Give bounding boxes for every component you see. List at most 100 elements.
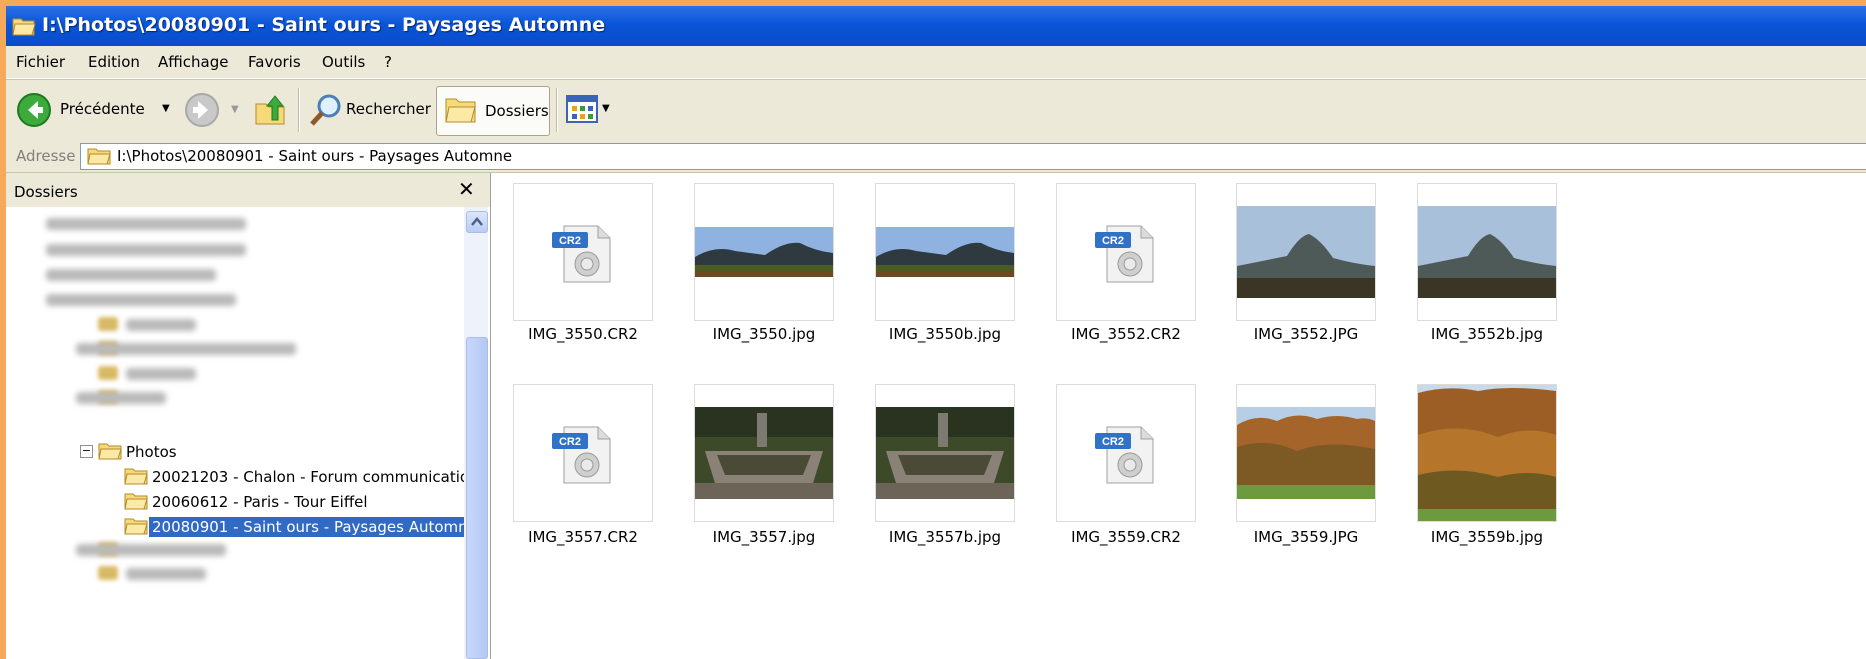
folders-pane-title: Dossiers — [14, 183, 78, 201]
file-thumbnail[interactable] — [875, 183, 1015, 321]
file-thumbnail[interactable] — [1417, 384, 1557, 522]
file-name-label[interactable]: IMG_3552b.jpg — [1397, 325, 1577, 343]
up-folder-icon — [255, 95, 285, 125]
forward-button[interactable] — [184, 92, 220, 128]
folder-icon — [124, 493, 148, 510]
file-thumbnail[interactable] — [694, 183, 834, 321]
blurred-tree-item — [46, 218, 246, 230]
open-folder-icon — [12, 18, 36, 36]
window-title: I:\Photos\20080901 - Saint ours - Paysag… — [42, 14, 606, 36]
folders-pane-header: Dossiers ✕ — [6, 173, 490, 207]
fountain-thumbnail — [695, 407, 833, 499]
blurred-tree-item — [76, 544, 226, 556]
blurred-folder-icon — [98, 366, 118, 380]
folder-icon — [445, 98, 476, 123]
tree-item-paris[interactable]: 20060612 - Paris - Tour Eiffel — [152, 493, 368, 511]
autumn-trees-thumbnail — [1237, 407, 1375, 499]
tree-item-saint-ours-selected[interactable]: 20080901 - Saint ours - Paysages Automne — [149, 517, 464, 537]
file-thumbnail[interactable] — [875, 384, 1015, 522]
views-grid-icon — [566, 95, 598, 123]
cr2-badge-text: CR2 — [1102, 235, 1124, 247]
explorer-window: I:\Photos\20080901 - Saint ours - Paysag… — [6, 6, 1866, 659]
blurred-tree-item — [46, 294, 236, 306]
mountain-thumbnail — [1237, 206, 1375, 298]
file-name-label[interactable]: IMG_3550b.jpg — [855, 325, 1035, 343]
file-thumbnail[interactable]: CR2 — [1056, 384, 1196, 522]
toolbar: Précédente ▼ ▼ Rechercher Dossiers ▼ — [6, 79, 1866, 141]
views-dropdown-icon: ▼ — [602, 103, 610, 114]
menu-favoris[interactable]: Favoris — [248, 53, 301, 71]
address-bar: Adresse I:\Photos\20080901 - Saint ours … — [6, 140, 1866, 173]
blurred-tree-item — [126, 319, 196, 331]
search-icon — [310, 94, 341, 126]
back-arrow-icon — [17, 93, 51, 127]
address-field[interactable]: I:\Photos\20080901 - Saint ours - Paysag… — [80, 143, 1866, 170]
landscape-thumbnail — [876, 227, 1014, 277]
address-label: Adresse — [16, 147, 76, 165]
file-name-label[interactable]: IMG_3552.JPG — [1216, 325, 1396, 343]
file-name-label[interactable]: IMG_3559b.jpg — [1397, 528, 1577, 546]
file-name-label[interactable]: IMG_3550.jpg — [674, 325, 854, 343]
blurred-tree-item — [76, 343, 296, 355]
file-thumbnail[interactable] — [694, 384, 834, 522]
forward-dropdown-icon[interactable]: ▼ — [231, 104, 239, 115]
blurred-folder-icon — [98, 566, 118, 580]
blurred-tree-item — [46, 244, 246, 256]
cr2-file-icon: CR2 — [552, 225, 611, 283]
mountain-thumbnail — [1418, 206, 1556, 298]
menu-fichier[interactable]: Fichier — [16, 53, 65, 71]
file-name-label[interactable]: IMG_3557.CR2 — [493, 528, 673, 546]
back-label: Précédente — [60, 100, 145, 118]
forward-arrow-icon — [185, 93, 219, 127]
fountain-thumbnail — [876, 407, 1014, 499]
blurred-folder-icon — [98, 317, 118, 331]
file-name-label[interactable]: IMG_3559.JPG — [1216, 528, 1396, 546]
file-name-label[interactable]: IMG_3550.CR2 — [493, 325, 673, 343]
blurred-tree-item — [126, 568, 206, 580]
file-name-label[interactable]: IMG_3557b.jpg — [855, 528, 1035, 546]
file-name-label[interactable]: IMG_3559.CR2 — [1036, 528, 1216, 546]
file-thumbnail[interactable]: CR2 — [1056, 183, 1196, 321]
cr2-badge-text: CR2 — [559, 436, 581, 448]
file-thumbnail[interactable] — [1236, 183, 1376, 321]
file-thumbnail[interactable]: CR2 — [513, 384, 653, 522]
file-thumbnail[interactable] — [1236, 384, 1376, 522]
blurred-tree-item — [46, 269, 216, 281]
close-icon[interactable]: ✕ — [458, 177, 475, 201]
tree-item-photos[interactable]: Photos — [126, 443, 177, 461]
autumn-trees-thumbnail — [1418, 385, 1556, 521]
blurred-tree-item — [126, 368, 196, 380]
blurred-tree-item — [76, 392, 166, 404]
file-name-label[interactable]: IMG_3552.CR2 — [1036, 325, 1216, 343]
chevron-up-icon — [471, 217, 483, 226]
cr2-file-icon: CR2 — [1095, 225, 1154, 283]
landscape-thumbnail — [695, 227, 833, 277]
menu-edition[interactable]: Edition — [88, 53, 140, 71]
scroll-up-button[interactable] — [466, 211, 488, 233]
address-value: I:\Photos\20080901 - Saint ours - Paysag… — [117, 147, 513, 165]
up-folder-button[interactable] — [252, 92, 288, 128]
folders-button[interactable]: Dossiers — [436, 86, 550, 136]
cr2-file-icon: CR2 — [1095, 426, 1154, 484]
views-button[interactable]: ▼ — [566, 94, 616, 126]
folders-label: Dossiers — [485, 102, 549, 120]
folder-icon — [124, 468, 148, 485]
menu-affichage[interactable]: Affichage — [158, 53, 228, 71]
tree-item-chalon[interactable]: 20021203 - Chalon - Forum communication — [152, 468, 464, 486]
scroll-thumb[interactable] — [466, 337, 488, 659]
file-name-label[interactable]: IMG_3557.jpg — [674, 528, 854, 546]
folders-scrollbar[interactable] — [464, 207, 488, 659]
search-button[interactable]: Rechercher — [308, 90, 432, 130]
title-bar[interactable]: I:\Photos\20080901 - Saint ours - Paysag… — [6, 6, 1866, 46]
back-button[interactable]: Précédente ▼ — [16, 92, 182, 128]
file-thumbnail[interactable]: CR2 — [513, 183, 653, 321]
collapse-toggle[interactable]: − — [80, 445, 93, 458]
folder-icon — [87, 148, 111, 165]
cr2-file-icon: CR2 — [552, 426, 611, 484]
file-view: CR2 IMG_3550.CR2 IMG_3550.jpg IMG_3550b.jpg… — [491, 173, 1866, 659]
file-thumbnail[interactable] — [1417, 183, 1557, 321]
menu-help[interactable]: ? — [384, 53, 392, 71]
menu-outils[interactable]: Outils — [322, 53, 365, 71]
back-dropdown-icon[interactable]: ▼ — [162, 103, 170, 114]
search-label: Rechercher — [346, 100, 431, 118]
